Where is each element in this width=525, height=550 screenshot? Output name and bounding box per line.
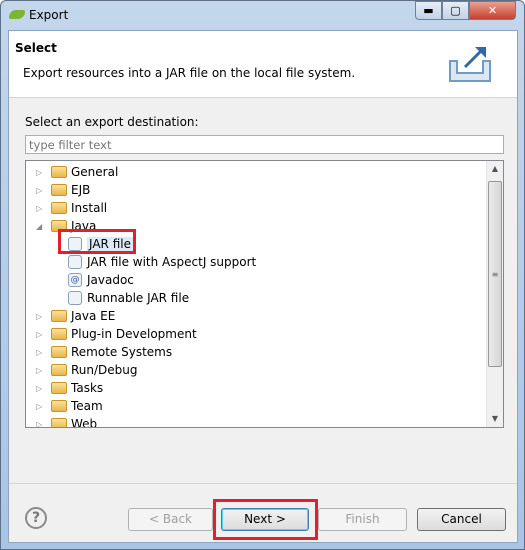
tree-scrollbar[interactable]: ▲ ≡ ▼ <box>486 161 503 427</box>
tree-item-label: EJB <box>71 183 91 197</box>
folder-icon <box>51 328 67 340</box>
expand-arrow-icon[interactable]: ▷ <box>36 348 46 357</box>
tree-item-label: Tasks <box>71 381 104 395</box>
folder-icon <box>51 382 67 394</box>
tree-item-label: Javadoc <box>87 273 134 287</box>
scroll-up-button[interactable]: ▲ <box>487 161 503 177</box>
tree-item[interactable]: ▷ Tasks <box>36 379 103 397</box>
tree-item-label: Plug-in Development <box>71 327 197 341</box>
back-button[interactable]: < Back <box>128 508 213 531</box>
tree-item[interactable]: @ Javadoc <box>68 271 134 289</box>
folder-icon <box>51 184 67 196</box>
close-button[interactable]: ✕ <box>469 1 516 20</box>
tree-item[interactable]: ▷ Run/Debug <box>36 361 138 379</box>
folder-icon <box>51 400 67 412</box>
expand-arrow-icon[interactable]: ▷ <box>36 330 46 339</box>
page-description: Export resources into a JAR file on the … <box>23 66 356 80</box>
tree-item[interactable]: JAR file with AspectJ support <box>68 253 256 271</box>
tree-item[interactable]: Runnable JAR file <box>68 289 189 307</box>
minimize-button[interactable]: ▬ <box>415 1 442 20</box>
expand-arrow-icon[interactable]: ▷ <box>36 420 46 428</box>
scroll-down-button[interactable]: ▼ <box>487 411 503 427</box>
cancel-button[interactable]: Cancel <box>417 508 506 531</box>
destination-label: Select an export destination: <box>25 115 199 129</box>
jar-icon <box>68 255 82 269</box>
scroll-thumb[interactable]: ≡ <box>488 181 502 367</box>
finish-button[interactable]: Finish <box>318 508 407 531</box>
expand-arrow-icon[interactable]: ▷ <box>36 402 46 411</box>
tree-item-label: Team <box>71 399 103 413</box>
highlight-next-button <box>213 499 318 540</box>
folder-icon <box>51 166 67 178</box>
folder-icon <box>51 346 67 358</box>
tree-item[interactable]: ▷ Java EE <box>36 307 115 325</box>
window-title: Export <box>29 8 69 22</box>
expand-arrow-icon[interactable]: ▷ <box>36 384 46 393</box>
folder-icon <box>51 418 67 427</box>
tree-item[interactable]: ▷ Plug-in Development <box>36 325 197 343</box>
export-dialog: Export ▬ ▢ ✕ Select Export resources int… <box>0 0 525 550</box>
folder-icon <box>51 310 67 322</box>
tree-item-label: Run/Debug <box>71 363 138 377</box>
collapse-arrow-icon[interactable]: ◢ <box>36 222 46 231</box>
expand-arrow-icon[interactable]: ▷ <box>36 366 46 375</box>
highlight-jar-file <box>58 229 136 254</box>
tree-item-label: JAR file with AspectJ support <box>87 255 257 269</box>
tree-item[interactable]: ▷ Team <box>36 397 103 415</box>
tree-item[interactable]: ▷ Remote Systems <box>36 343 172 361</box>
page-title: Select <box>15 41 57 55</box>
expand-arrow-icon[interactable]: ▷ <box>36 168 46 177</box>
folder-icon <box>51 202 67 214</box>
tree-item-label: General <box>71 165 119 179</box>
maximize-button[interactable]: ▢ <box>442 1 469 20</box>
filter-input[interactable] <box>25 135 504 154</box>
wizard-header: Select Export resources into a JAR file … <box>9 31 517 98</box>
javadoc-icon: @ <box>68 273 82 287</box>
divider <box>9 483 517 484</box>
expand-arrow-icon[interactable]: ▷ <box>36 186 46 195</box>
expand-arrow-icon[interactable]: ▷ <box>36 204 46 213</box>
tree-item-label: Remote Systems <box>71 345 173 359</box>
expand-arrow-icon[interactable]: ▷ <box>36 312 46 321</box>
tree-item-label: Java EE <box>71 309 116 323</box>
tree-item-label: Web <box>71 417 98 428</box>
tree-item[interactable]: ▷ General <box>36 163 118 181</box>
tree-item[interactable]: ▷ Install <box>36 199 107 217</box>
tree-item-label: Runnable JAR file <box>87 291 190 305</box>
tree-item[interactable]: ▷ EJB <box>36 181 90 199</box>
jar-icon <box>68 291 82 305</box>
destination-tree[interactable]: ▲ ≡ ▼ ▷ General ▷ EJB ▷ Install ◢ Java JAR file J… <box>25 160 504 428</box>
tree-item[interactable]: ▷ Web <box>36 415 98 428</box>
eclipse-logo-icon <box>9 10 25 19</box>
folder-icon <box>51 364 67 376</box>
help-button[interactable]: ? <box>25 507 47 529</box>
export-icon <box>449 47 491 82</box>
tree-item-label: Install <box>71 201 108 215</box>
dialog-client: Select Export resources into a JAR file … <box>8 30 518 543</box>
